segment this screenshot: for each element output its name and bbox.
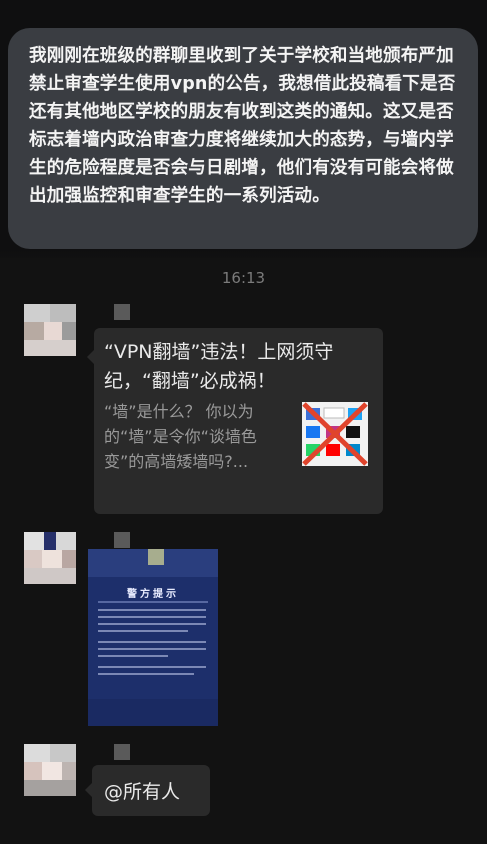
notice-text-line xyxy=(98,673,194,675)
bubble-pointer xyxy=(87,350,94,364)
mention-text: @所有人 xyxy=(104,781,181,803)
notice-divider xyxy=(98,601,208,603)
notice-heading: 警方提示 xyxy=(127,589,179,600)
notice-text-line xyxy=(98,641,206,643)
link-message[interactable]: “VPN翻墙”违法！上网须守纪，“翻墙”必成祸！ “墙”是什么？ 你以为的“墙”… xyxy=(87,328,383,514)
notice-text-line xyxy=(98,666,206,668)
sender-name-redacted xyxy=(114,532,130,548)
notice-text-line xyxy=(98,609,206,611)
crossed-apps-icon xyxy=(302,402,368,466)
post-text: 我刚刚在班级的群聊里收到了关于学校和当地颁布严加禁止审查学生使用vpn的公告，我… xyxy=(29,46,456,206)
bubble-pointer xyxy=(85,783,92,797)
avatar[interactable] xyxy=(24,532,76,584)
avatar[interactable] xyxy=(24,304,76,356)
notice-text-line xyxy=(98,623,206,625)
redacted-block xyxy=(148,549,164,565)
notice-text-line xyxy=(98,648,206,650)
sender-name-redacted xyxy=(114,304,130,320)
mention-message[interactable]: @所有人 xyxy=(85,765,210,816)
chat-timestamp: 16:13 xyxy=(221,269,266,287)
link-title: “VPN翻墙”违法！上网须守纪，“翻墙”必成祸！ xyxy=(104,341,334,392)
notice-footer xyxy=(88,699,218,726)
link-description: “墙”是什么？ 你以为的“墙”是令你“谈墙色变”的高墙矮墙吗?... xyxy=(104,402,257,471)
notice-image-message[interactable]: 警方提示 xyxy=(88,549,218,726)
blocked-apps-thumbnail xyxy=(302,402,368,466)
notice-text-line xyxy=(98,616,206,618)
avatar[interactable] xyxy=(24,744,76,796)
notice-text-line xyxy=(98,630,188,632)
notice-text-line xyxy=(98,655,168,657)
sender-name-redacted xyxy=(114,744,130,760)
post-card: 我刚刚在班级的群聊里收到了关于学校和当地颁布严加禁止审查学生使用vpn的公告，我… xyxy=(8,28,478,249)
